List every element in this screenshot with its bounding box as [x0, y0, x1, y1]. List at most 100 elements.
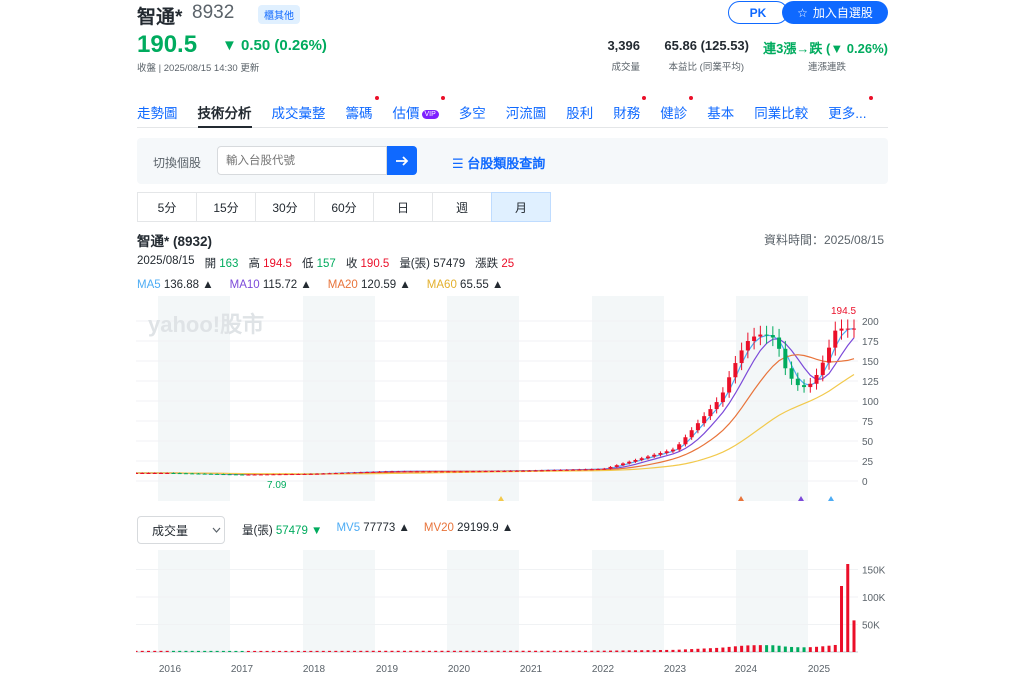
period-month[interactable]: 月: [491, 192, 551, 222]
price-tick-label: 175: [862, 337, 879, 348]
candle-body: [677, 444, 682, 450]
volume-bar: [665, 649, 669, 652]
tab-label: 河流圖: [505, 106, 547, 121]
tab-more[interactable]: 更多...: [828, 96, 873, 128]
volume-bar: [746, 645, 750, 652]
add-watchlist-button[interactable]: ☆ 加入自選股: [782, 1, 888, 24]
volume-bar: [708, 648, 712, 652]
stock-nav: 走勢圖 技術分析 成交彙整 籌碼 估價 VIP 多空 河流圖 股利 財務 健診 基…: [137, 96, 888, 128]
period-30m[interactable]: 30分: [255, 192, 315, 222]
volume-bar: [159, 650, 163, 652]
volume-bar: [715, 647, 719, 652]
volume-bar: [758, 645, 762, 652]
tab-label: 財務: [613, 106, 641, 121]
volume-bar: [765, 645, 769, 652]
update-time: 收盤 | 2025/08/15 14:30 更新: [137, 63, 260, 74]
year-band: [736, 296, 808, 501]
volume-axis: 150K 100K 50K: [862, 566, 886, 632]
period-60m[interactable]: 60分: [314, 192, 374, 222]
volume-bar: [340, 650, 344, 652]
candle-body: [296, 473, 301, 475]
ohlc-date: 2025/08/15: [137, 255, 195, 267]
period-day[interactable]: 日: [373, 192, 433, 222]
candle-body: [265, 474, 270, 476]
volume-bar: [409, 650, 413, 652]
volume-bar: [646, 650, 650, 652]
tab-valuation[interactable]: 估價 VIP: [392, 96, 445, 128]
tab-label: 成交彙整: [271, 106, 326, 121]
candle-body: [745, 341, 750, 351]
volume-bar: [153, 650, 157, 652]
candle-body: [340, 472, 345, 474]
pk-button[interactable]: PK: [728, 1, 788, 24]
candle-body: [527, 470, 532, 472]
x-tick-label: 2025: [808, 664, 831, 675]
candle-body: [208, 473, 213, 475]
price-chart[interactable]: yahoo!股市 200 175 150 125 100 75 50 25 0 194.5 7.…: [136, 296, 888, 506]
candle-body: [533, 470, 538, 472]
tab-basic[interactable]: 基本: [707, 102, 734, 128]
volume-bar: [321, 650, 325, 652]
candle-body: [820, 362, 825, 375]
candle-body: [358, 472, 363, 474]
volume-bar: [783, 646, 787, 652]
candle-body: [777, 337, 782, 349]
add-watchlist-label: 加入自選股: [812, 6, 873, 20]
volume-bar: [546, 650, 550, 652]
candle-body: [577, 469, 582, 471]
candle-body: [620, 463, 625, 466]
x-axis: 2016 2017 2018 2019 2020 2021 2022 2023 2024 2025: [159, 664, 831, 675]
period-5m[interactable]: 5分: [137, 192, 197, 222]
volume-bar: [752, 645, 756, 652]
category-tag[interactable]: 櫃其他: [258, 5, 300, 24]
tab-finance[interactable]: 財務: [613, 96, 647, 128]
period-week[interactable]: 週: [432, 192, 492, 222]
close-label: 收: [345, 258, 358, 270]
tab-health[interactable]: 健診: [660, 96, 694, 128]
tab-river[interactable]: 河流圖: [506, 102, 547, 128]
tab-peer[interactable]: 同業比較: [754, 102, 808, 128]
ohlc-row: 2025/08/15 開 163 高 194.5 低 157 收 190.5 量…: [137, 255, 514, 271]
volume-bar: [565, 650, 569, 652]
volume-bar: [334, 650, 338, 652]
volume-bar: [190, 650, 194, 652]
high-marker: 194.5: [831, 306, 856, 317]
candle-body: [352, 472, 357, 474]
volume-bar: [771, 645, 775, 652]
volume-bar: [534, 650, 538, 652]
candle-body: [614, 465, 619, 467]
tab-bull-bear[interactable]: 多空: [459, 102, 486, 128]
candle-body: [833, 330, 838, 348]
volume-bar: [278, 650, 282, 652]
volume-bar: [621, 650, 625, 652]
candle-body: [546, 470, 551, 472]
arrow-right-icon: [396, 155, 409, 166]
ma10-value: 115.72 ▲: [262, 279, 312, 291]
tab-technical[interactable]: 技術分析: [197, 102, 252, 128]
volume-bar: [808, 647, 812, 652]
candle-body: [333, 473, 338, 475]
candle-body: [414, 471, 419, 473]
period-15m[interactable]: 15分: [196, 192, 256, 222]
volume-chart[interactable]: 150K 100K 50K 2016 2017 2018 2019 2020 2021 2022…: [136, 550, 888, 680]
ma60-value: 65.55 ▲: [460, 279, 504, 291]
indicator-select[interactable]: 成交量: [137, 516, 225, 544]
candle-body: [308, 473, 313, 475]
tab-dividend[interactable]: 股利: [566, 102, 593, 128]
volume-bar: [571, 650, 575, 652]
volume-bar: [465, 650, 469, 652]
volume-bar: [552, 650, 556, 652]
tab-chips[interactable]: 籌碼: [346, 96, 379, 128]
volume-bar: [446, 650, 450, 652]
volume-bar: [777, 645, 781, 652]
stock-search-input[interactable]: [217, 146, 387, 175]
search-submit-button[interactable]: [387, 146, 417, 175]
tab-trades[interactable]: 成交彙整: [272, 102, 326, 128]
tab-trend[interactable]: 走勢圖: [137, 102, 178, 128]
tab-label: 估價: [392, 106, 420, 121]
volume-bar: [584, 650, 588, 652]
candle-body: [452, 471, 457, 473]
category-query-link[interactable]: ☰ 台股類股查詢: [452, 153, 545, 172]
volume-bar: [827, 645, 831, 652]
volume-bar: [253, 650, 257, 652]
